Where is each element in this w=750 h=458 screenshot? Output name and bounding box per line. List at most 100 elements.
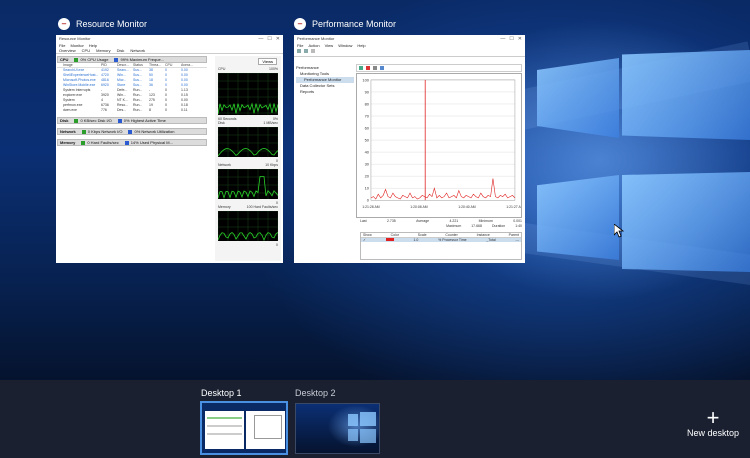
column-header: CPU [165,63,173,67]
desktop-1-thumbnail[interactable] [200,401,288,455]
meter-label: 99% Maximum Freque... [120,57,165,62]
tree-item-reports: Reports [300,89,315,94]
x-tick-label: 1:21:27 AM [506,205,522,209]
highlight-icon [373,66,377,70]
meter-label: 14% Used Physical M... [130,140,173,145]
grid-cell [385,238,394,241]
graph-right: 100% [269,67,278,71]
graph-header: Disk 1 MB/sec [215,121,281,125]
maximize-icon: ☐ [509,35,514,42]
graph-label: Network [218,163,231,167]
menu-window: Window [338,42,353,48]
window-title-label: Resource Monitor [76,19,148,29]
x-tick-label: 1:21:28 AM [362,205,380,209]
section-name: Network [60,129,76,134]
stat-duration: 1:40 [515,223,522,228]
x-tick-label: 1:20:08 AM [410,205,428,209]
stat-minimum: 0.001 [513,218,522,223]
grid-header: Scale [417,233,427,237]
performance-line-chart: 10090807060504030201001:21:28 AM 1:20:08 … [356,73,522,218]
new-desktop-label: New desktop [686,428,740,438]
meter-label: 0% CPU Usage [80,57,109,62]
menu-file: File [297,42,304,48]
y-tick-label: 50 [365,138,370,143]
menu-action: Action [308,42,320,48]
titlebar-label: Performance Monitor [297,36,335,41]
grid-header: Color [390,233,399,237]
meter-label: 0% Highest Active Time [123,118,166,123]
menu-monitor: Monitor [70,42,84,48]
x-tick-label: 1:20:40 AM [458,205,476,209]
meter-label: 0 Hard Faults/sec [87,140,119,145]
tab-network: Network [130,48,146,53]
window-title-label: Performance Monitor [312,19,397,29]
y-tick-label: 20 [365,174,370,179]
minimize-icon: — [500,35,506,42]
graph-header: Memory 100 Hard Faults/sec [215,205,281,209]
mini-performance-monitor [246,411,285,449]
grid-header: Show [363,233,372,237]
pause-icon [380,66,384,70]
plus-icon: + [706,405,720,430]
window-title-resource-monitor[interactable]: ⎯ Resource Monitor [58,18,147,30]
views-button: Views [258,58,277,65]
resource-graphs-panel: Views CPU 100% 60 Seconds 0% Disk 1 MB/sec 0 Ne… [215,56,281,261]
counter-grid-row: ✓ 1.0 % Processor Time _Total --- [361,238,521,242]
table-cell: Run... [133,108,143,112]
table-cell: Des... [117,108,127,112]
section-name: Disk [60,118,69,123]
performance-monitor-thumbnail[interactable]: Performance Monitor — ☐ ✕ File Action View… [294,35,525,263]
maximize-icon: ☐ [267,35,272,42]
section-name: CPU [60,57,69,62]
column-header: Descr... [117,63,129,67]
graph-header: CPU 100% [215,67,281,71]
section-cpu: CPU 0% CPU Usage 99% Maximum Freque... [57,56,207,63]
column-header: Image [63,63,73,67]
menu-help: Help [357,42,366,48]
table-cell: dwm.exe [63,108,78,112]
graph-footer: 0 [215,243,281,247]
grid-cell: _Total [486,238,496,242]
new-desktop-button[interactable]: + New desktop [685,405,741,439]
titlebar: Resource Monitor — ☐ ✕ [56,35,283,42]
stat-last-label: Last [360,218,367,223]
table-row: dwm.exe 776 Des... Run... 8 0 0.11 [57,108,207,113]
mini-resource-monitor [205,411,244,449]
grid-header: Instance [476,233,490,237]
graph-cpu [218,73,278,115]
window-title-performance-monitor[interactable]: ⎯ Performance Monitor [294,18,396,30]
tab-disk: Disk [116,48,125,53]
graph-network [218,169,278,199]
meter-label: 0% Network Utilization [134,129,175,134]
column-header: Status [133,63,143,67]
resource-overview-panel: CPU 0% CPU Usage 99% Maximum Freque... I… [57,56,207,261]
y-tick-label: 30 [365,162,370,167]
tab-cpu: CPU [81,48,91,53]
desktop-1-label[interactable]: Desktop 1 [201,388,242,398]
stat-average-label: Average [416,218,430,223]
stat-average: 4.221 [449,218,459,223]
desktop-2-thumbnail[interactable] [295,403,380,454]
tab-bar: Overview CPU Memory Disk Network [56,48,283,54]
grid-cell: 1.0 [413,238,419,242]
stat-maximum-label: Maximum [446,223,462,228]
table-cell: 0 [165,108,167,112]
graph-toolbar [356,64,522,72]
forward-icon [304,49,308,53]
resource-monitor-thumbnail[interactable]: Resource Monitor — ☐ ✕ File Monitor Help O… [56,35,283,263]
graph-label: Disk [218,121,225,125]
graph-disk [218,127,278,157]
desktop-2-label[interactable]: Desktop 2 [295,388,336,398]
titlebar-label: Resource Monitor [59,36,91,41]
table-cell: 0.11 [181,108,188,112]
column-header: PID [101,63,107,67]
grid-header: Parent [508,233,519,237]
section-disk: Disk 0 KB/sec Disk I/O 0% Highest Active… [57,117,207,124]
graph-bottom-right: 0 [276,243,278,247]
graph-right: 1 MB/sec [263,121,278,125]
section-network: Network 0 Kbps Network I/O 0% Network Ut… [57,128,207,135]
delete-counter-icon [366,66,370,70]
grid-cell: % Processor Time [438,238,467,242]
tab-overview: Overview [59,48,76,53]
y-tick-label: 60 [365,126,370,131]
